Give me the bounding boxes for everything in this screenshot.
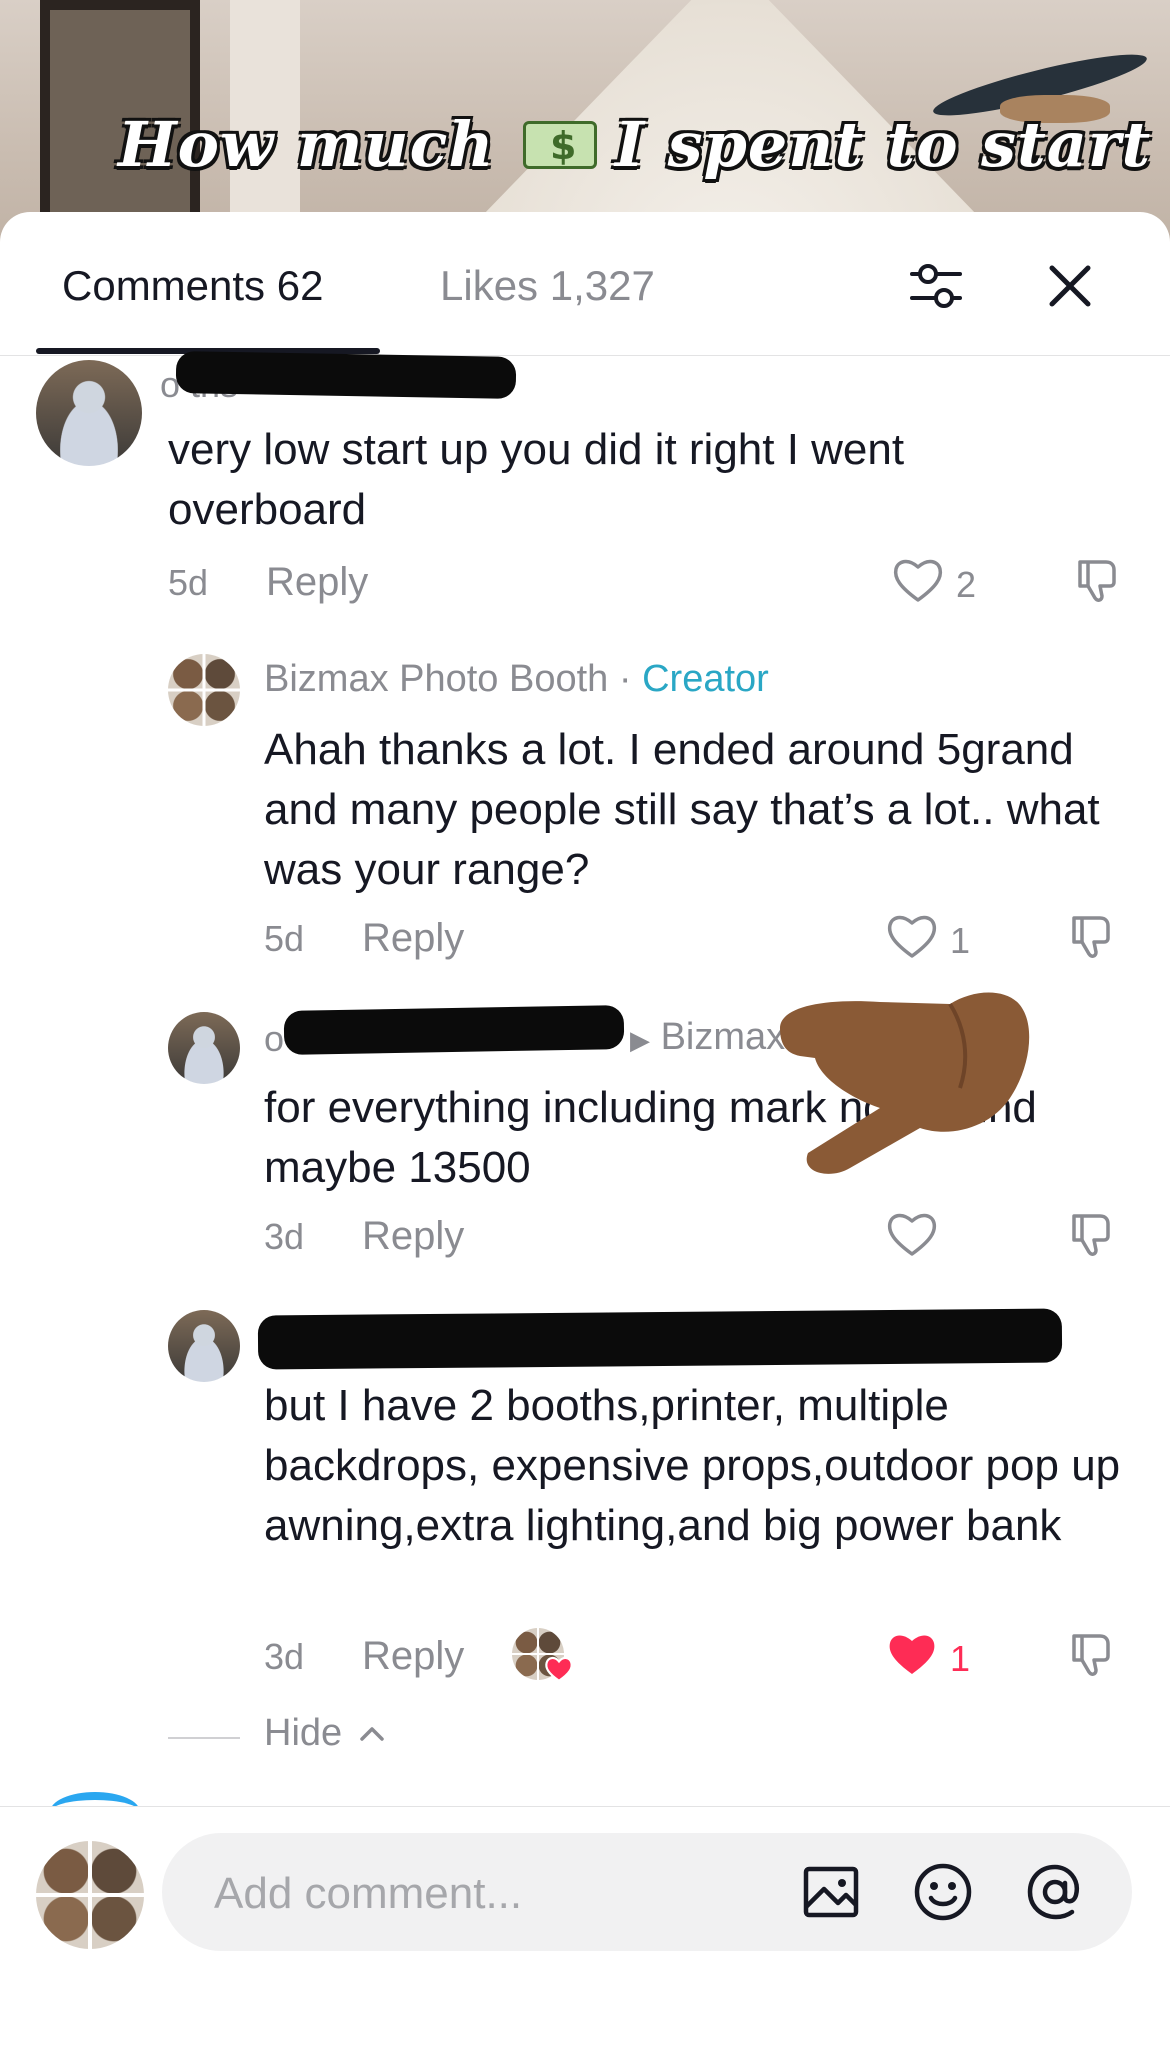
add-comment-input[interactable]: Add comment... [162,1833,1132,1951]
comment-text: but I have 2 booths,printer, multiple ba… [264,1381,1121,1550]
avatar[interactable] [168,1310,240,1382]
current-user-avatar [36,1841,144,1949]
avatar[interactable] [168,654,240,726]
heart-icon[interactable] [884,908,940,964]
filter-icon[interactable] [906,256,966,316]
heart-icon[interactable] [890,552,946,608]
chevron-up-icon[interactable] [356,1718,388,1750]
separator: · [618,658,632,700]
avatar[interactable] [168,1012,240,1084]
like-count: 1 [950,920,971,961]
money-icon [523,121,597,169]
close-icon[interactable] [1040,256,1100,316]
mention-icon[interactable] [1022,1859,1088,1925]
comment-time: 3d [264,1636,305,1677]
tab-likes[interactable]: Likes 1,327 [440,262,655,310]
tab-comments[interactable]: Comments 62 [62,262,323,310]
dislike-icon[interactable] [1064,1206,1120,1262]
add-comment-placeholder: Add comment... [214,1869,523,1918]
comment-composer: Add comment... [0,1806,1170,2060]
thread-divider [168,1737,240,1739]
reply-button[interactable]: Reply [362,916,464,961]
heart-icon[interactable] [884,1206,940,1262]
video-caption-start: How much [118,108,495,181]
heart-filled-icon[interactable] [884,1626,940,1682]
redacted-username [257,1308,1063,1370]
comment-time: 5d [168,562,209,603]
dislike-icon[interactable] [1064,908,1120,964]
reply-arrow-icon: ▶ [630,1025,650,1055]
username[interactable]: Bizmax Photo Booth · Creator [264,658,769,701]
username-text: Bizmax Photo Booth [264,658,609,700]
dislike-icon[interactable] [1064,1626,1120,1682]
redacted-username [283,1005,625,1055]
reply-button[interactable]: Reply [362,1214,464,1259]
dislike-icon[interactable] [1070,552,1126,608]
hide-replies-button[interactable]: Hide [264,1712,342,1755]
redacted-username [175,351,517,399]
comments-header: Comments 62 Likes 1,327 [0,212,1170,356]
comment-time: 3d [264,1216,305,1257]
video-caption-end: I spent to start the [615,108,1170,181]
like-count: 1 [950,1638,971,1679]
comment-text: very low start up you did it right I wen… [168,425,905,534]
like-count: 2 [956,564,977,605]
comment-time: 5d [264,918,305,959]
avatar[interactable] [36,360,142,466]
comment-text: Ahah thanks a lot. I ended around 5grand… [264,725,1100,894]
video-caption: How much I spent to start the [118,108,1170,181]
reply-button[interactable]: Reply [362,1634,464,1679]
pointing-finger-icon [780,992,1030,1174]
creator-liked-heart-icon [545,1656,573,1683]
emoji-icon[interactable] [910,1859,976,1925]
reply-button[interactable]: Reply [266,560,368,605]
comments-sheet: Comments 62 Likes 1,327 o ths very low s… [0,212,1170,2060]
image-icon[interactable] [798,1859,864,1925]
creator-badge: Creator [642,658,769,700]
